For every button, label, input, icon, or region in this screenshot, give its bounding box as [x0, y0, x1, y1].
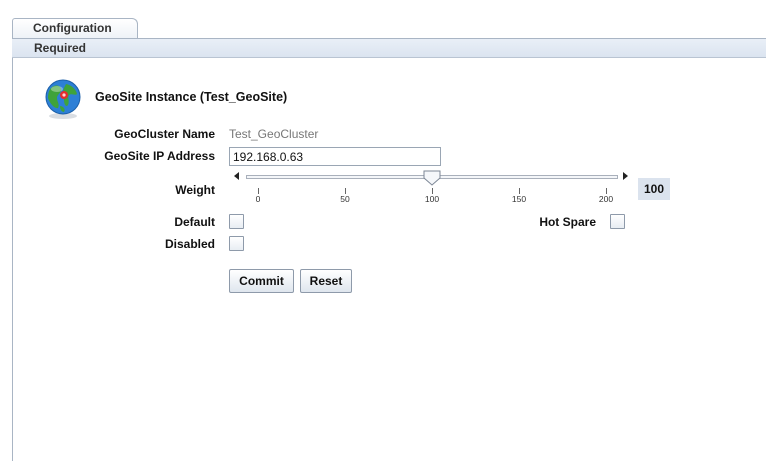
slider-increase-arrow-icon[interactable]: [623, 172, 628, 180]
hot-spare-label: Hot Spare: [539, 215, 596, 229]
geocluster-name-value: Test_GeoCluster: [229, 127, 319, 141]
slider-tick-label: 50: [340, 194, 350, 204]
weight-slider[interactable]: 0 50 100 150 200: [234, 170, 630, 206]
default-label: Default: [174, 215, 215, 229]
section-header-required: Required: [12, 38, 766, 58]
geocluster-name-label: GeoCluster Name: [114, 127, 215, 141]
tab-bar: Configuration: [12, 18, 766, 38]
weight-label: Weight: [175, 183, 215, 197]
disabled-checkbox[interactable]: [229, 236, 244, 251]
slider-tick-label: 100: [424, 194, 440, 204]
default-checkbox[interactable]: [229, 214, 244, 229]
commit-button[interactable]: Commit: [229, 269, 294, 293]
slider-tick-label: 150: [511, 194, 527, 204]
slider-decrease-arrow-icon[interactable]: [234, 172, 239, 180]
panel-left-border: [12, 58, 13, 461]
page-title: GeoSite Instance (Test_GeoSite): [95, 90, 288, 104]
hot-spare-checkbox[interactable]: [610, 214, 625, 229]
slider-thumb[interactable]: [423, 170, 441, 186]
geosite-ip-label: GeoSite IP Address: [104, 149, 215, 163]
slider-tick-label: 200: [598, 194, 614, 204]
weight-value-display: 100: [638, 178, 670, 200]
slider-tick-label: 0: [255, 194, 261, 204]
tab-configuration[interactable]: Configuration: [12, 18, 138, 38]
geosite-ip-field[interactable]: [229, 147, 441, 166]
disabled-label: Disabled: [164, 237, 215, 251]
globe-icon: [42, 78, 84, 120]
reset-button[interactable]: Reset: [300, 269, 352, 293]
